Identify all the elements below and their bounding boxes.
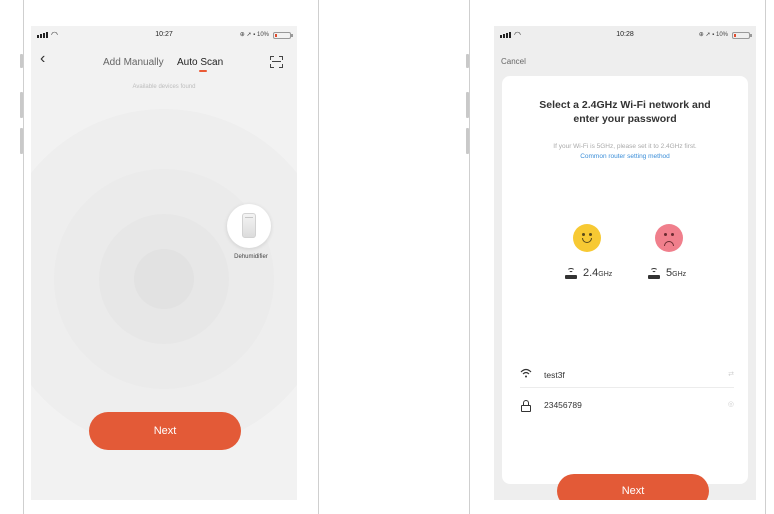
cancel-button[interactable]: Cancel (501, 57, 526, 66)
right-phone-side-button (466, 54, 469, 68)
radar-ring (134, 249, 194, 309)
status-bar: ◠ 10:28 ⊕ ➚ ▪ 10% (494, 26, 756, 46)
battery-percent: 10% (715, 32, 728, 38)
right-phone-frame-left-edge (469, 0, 470, 514)
tab-auto-scan[interactable]: Auto Scan (177, 57, 223, 68)
switch-network-icon[interactable]: ⇄ (728, 370, 734, 378)
left-phone-side-button (20, 128, 23, 154)
lock-icon (521, 400, 531, 412)
hint-text: If your Wi-Fi is 5GHz, please set it to … (553, 143, 697, 150)
scan-qr-icon[interactable] (270, 56, 283, 68)
password-field[interactable]: 23456789 ◎ (520, 392, 734, 418)
available-devices-text: Available devices found (132, 84, 196, 90)
status-icons-and-battery-percent: ⊕ ➚ ▪ 10% (239, 32, 269, 38)
password-value: 23456789 (544, 400, 582, 410)
wifi-card: Select a 2.4GHz Wi-Fi network and enter … (502, 76, 748, 500)
show-password-eye-icon[interactable]: ◎ (728, 400, 734, 408)
left-phone-side-button (20, 92, 23, 118)
right-phone-side-button (466, 128, 469, 154)
band-value: 2.4 (583, 267, 599, 279)
dehumidifier-device-button[interactable] (227, 204, 271, 248)
status-icons-and-battery-percent: ⊕ ➚ ▪ 10% (698, 32, 728, 38)
title-line: Select a 2.4GHz Wi-Fi network and (539, 99, 711, 111)
band-unit: GHz (672, 271, 687, 278)
wifi-name-value: test3f (544, 370, 565, 380)
router-icon (648, 268, 660, 279)
left-phone-side-button (20, 54, 23, 68)
wifi-icon (520, 368, 532, 381)
sad-face-icon (655, 224, 683, 252)
status-bar: ◠ 10:27 ⊕ ➚ ▪ 10% (31, 26, 297, 46)
wifi-setup-screen: ◠ 10:28 ⊕ ➚ ▪ 10% Cancel Select a 2.4GHz… (494, 26, 756, 500)
left-phone-frame-right-edge (318, 0, 319, 514)
back-arrow-icon[interactable]: ‹ (40, 51, 45, 67)
title-line: enter your password (573, 113, 677, 126)
dehumidifier-icon (242, 213, 256, 238)
battery-icon (273, 32, 293, 39)
next-button[interactable]: Next (89, 412, 241, 450)
wifi-name-field[interactable]: test3f ⇄ (520, 362, 734, 388)
band-unit: GHz (598, 271, 613, 278)
left-phone-frame-left-edge (23, 0, 24, 514)
active-tab-indicator (199, 70, 207, 72)
device-label: Dehumidifier (234, 254, 268, 260)
next-button[interactable]: Next (557, 474, 709, 500)
happy-face-icon (573, 224, 601, 252)
page-title: Select a 2.4GHz Wi-Fi network and enter … (502, 98, 748, 126)
band-label-2-4ghz: 2.4GHz (583, 267, 612, 279)
tab-add-manually[interactable]: Add Manually (103, 57, 164, 68)
auto-scan-screen: ◠ 10:27 ⊕ ➚ ▪ 10% ‹ Add Manually Auto Sc… (31, 26, 297, 500)
battery-percent: 10% (256, 32, 269, 38)
band-label-5ghz: 5GHz (666, 267, 686, 279)
battery-icon (732, 32, 752, 39)
right-phone-side-button (466, 92, 469, 118)
right-phone-frame-right-edge (765, 0, 766, 514)
router-setting-link[interactable]: Common router setting method (502, 153, 748, 160)
router-icon (565, 268, 577, 279)
